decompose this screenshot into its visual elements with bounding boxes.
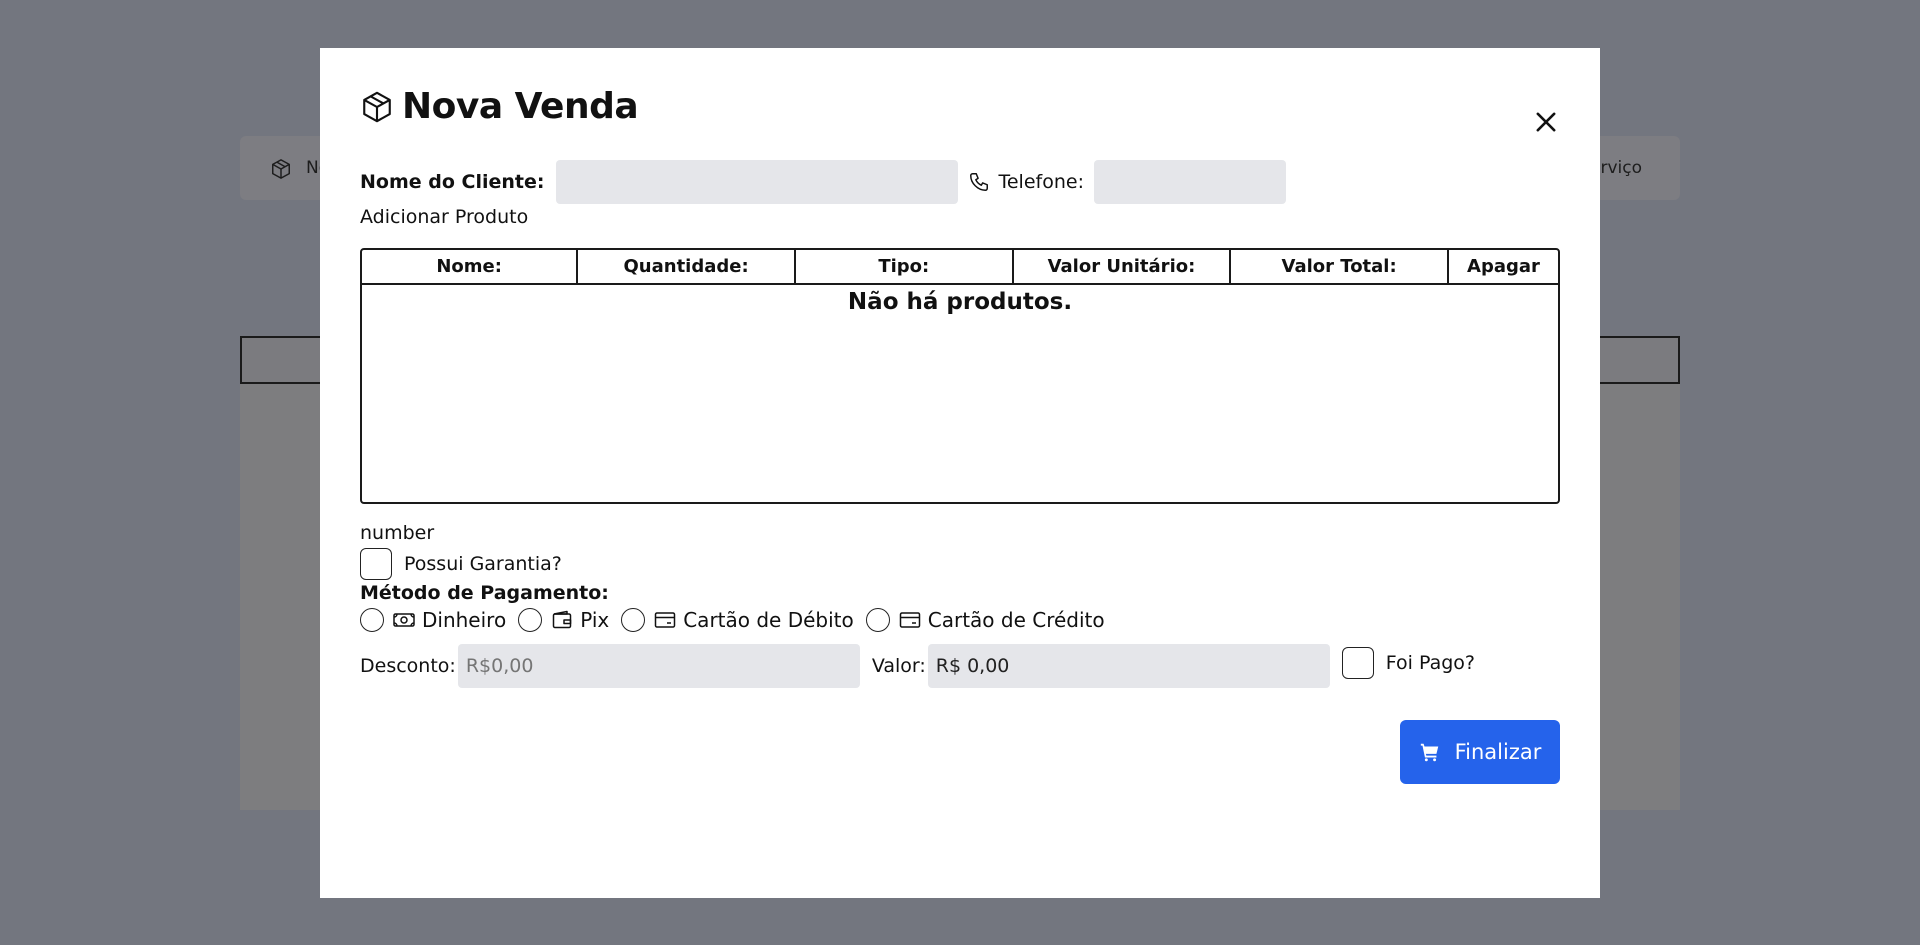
client-name-input[interactable]	[556, 160, 959, 204]
payment-options: Dinheiro Pix Cartão de Débito Cartão de …	[360, 608, 1117, 632]
paid-option: Foi Pago?	[1341, 647, 1475, 679]
payment-label-credit: Cartão de Crédito	[927, 608, 1105, 632]
payment-radio-credit[interactable]	[865, 608, 890, 632]
client-row: Nome do Cliente: Telefone:	[360, 160, 1286, 204]
finalize-button[interactable]: Finalizar	[1400, 720, 1560, 784]
paid-checkbox[interactable]	[1341, 647, 1374, 679]
add-product-link[interactable]: Adicionar Produto	[360, 206, 528, 228]
phone-input[interactable]	[1093, 160, 1286, 204]
payment-radio-cash[interactable]	[360, 608, 384, 632]
guarantee-option: Possui Garantia?	[360, 548, 562, 580]
client-name-label: Nome do Cliente:	[360, 171, 545, 193]
phone-label: Telefone:	[998, 171, 1084, 193]
paid-label: Foi Pago?	[1385, 652, 1475, 674]
products-table-header: Nome: Quantidade: Tipo: Valor Unitário: Valo…	[362, 250, 1558, 285]
payment-option-cash[interactable]: Dinheiro	[360, 608, 506, 632]
payment-option-pix[interactable]: Pix	[518, 608, 609, 632]
package-icon	[272, 159, 290, 179]
value-label: Valor:	[871, 655, 926, 677]
column-header: Quantidade:	[576, 250, 796, 285]
discount-label: Desconto:	[360, 655, 456, 677]
guarantee-checkbox[interactable]	[360, 548, 392, 580]
phone-field-group: Telefone:	[968, 160, 1286, 204]
column-header: Apagar	[1446, 250, 1558, 285]
payment-method-title: Método de Pagamento:	[360, 582, 609, 604]
cart-icon	[1420, 743, 1438, 762]
empty-products-message: Não há produtos.	[847, 289, 1073, 315]
payment-radio-pix[interactable]	[518, 608, 543, 632]
guarantee-label: Possui Garantia?	[404, 553, 562, 575]
close-icon[interactable]	[1532, 108, 1560, 136]
finalize-label: Finalizar	[1454, 740, 1542, 764]
payment-option-credit[interactable]: Cartão de Crédito	[865, 608, 1105, 632]
credit-card-icon	[899, 612, 920, 628]
products-table: Nome: Quantidade: Tipo: Valor Unitário: Valo…	[360, 248, 1560, 504]
cash-icon	[393, 613, 415, 627]
number-text: number	[360, 522, 435, 544]
column-header: Tipo:	[793, 250, 1014, 285]
payment-option-debit[interactable]: Cartão de Débito	[621, 608, 854, 632]
value-input[interactable]	[927, 644, 1330, 688]
discount-input[interactable]	[457, 644, 860, 688]
new-sale-modal: Nova Venda Nome do Cliente: Telefone: Ad…	[320, 48, 1600, 898]
payment-label-debit: Cartão de Débito	[683, 608, 854, 632]
column-header: Valor Total:	[1229, 250, 1449, 285]
column-header: Valor Unitário:	[1011, 250, 1232, 285]
credit-card-icon	[654, 612, 676, 628]
column-header: Nome:	[362, 250, 579, 285]
values-row: Desconto: Valor: Foi Pago?	[360, 644, 1475, 688]
modal-title: Nova Venda	[402, 86, 639, 127]
wallet-icon	[552, 610, 572, 629]
payment-label-pix: Pix	[580, 608, 610, 632]
payment-radio-debit[interactable]	[621, 608, 646, 632]
package-icon	[363, 91, 391, 122]
phone-icon	[970, 173, 989, 191]
payment-label-cash: Dinheiro	[422, 608, 507, 632]
modal-header: Nova Venda	[360, 86, 639, 127]
